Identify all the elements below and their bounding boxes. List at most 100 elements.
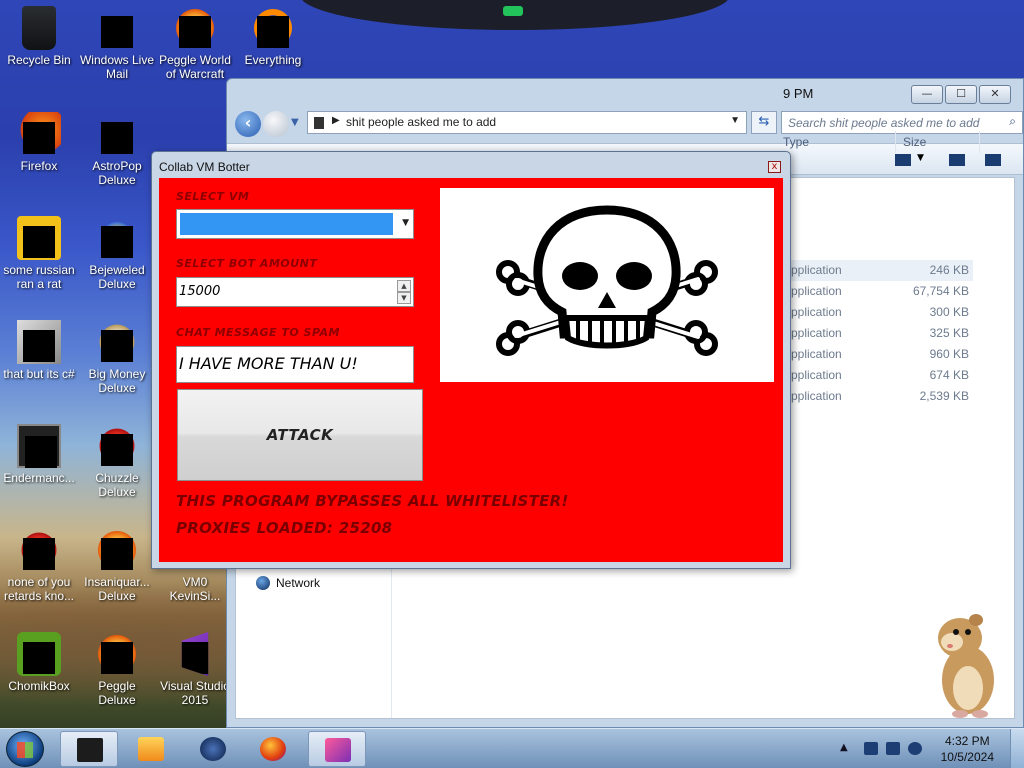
desktop-icon-csharp[interactable]: that but its c# (0, 320, 78, 381)
desktop-icon-peggle-wow[interactable]: Peggle World of Warcraft (156, 6, 234, 81)
help-icon[interactable] (985, 154, 1001, 166)
desktop-icon-none-of-you[interactable]: none of you retards kno... (0, 528, 78, 603)
bot-amount-stepper[interactable]: 15000 ▲ ▼ (176, 277, 414, 307)
column-divider[interactable] (979, 131, 980, 153)
desktop-icon-windows-live-mail[interactable]: Windows Live Mail (78, 6, 156, 81)
column-header-type[interactable]: Type (783, 135, 809, 149)
show-hidden-icons-icon[interactable]: ▲ (840, 742, 848, 753)
file-type: Application (783, 263, 842, 277)
desktop-icon-label: ChomikBox (8, 679, 70, 693)
address-bar[interactable]: ▶ shit people asked me to add ▼ (307, 111, 747, 134)
file-row[interactable]: Application 2,539 KB (783, 386, 973, 407)
nav-item-network[interactable]: Network (256, 576, 320, 590)
file-row[interactable]: Application 67,754 KB (783, 281, 973, 302)
clock-date: 10/5/2024 (940, 750, 994, 764)
taskbar-item-terminal[interactable] (60, 731, 118, 767)
clock[interactable]: 4:32 PM 10/5/2024 (941, 733, 994, 765)
chevron-down-icon[interactable]: ▼ (402, 218, 409, 228)
maximize-button[interactable]: ☐ (945, 85, 977, 104)
recycle-bin-icon (22, 6, 56, 50)
taskbar-item-media[interactable] (122, 731, 180, 767)
bejeweled-icon (95, 216, 139, 260)
nav-item-label: Network (276, 576, 321, 590)
close-button[interactable]: ✕ (979, 85, 1011, 104)
desktop-icon-label: Chuzzle Deluxe (95, 471, 139, 499)
peggle-icon (173, 6, 217, 50)
vm-select-dropdown[interactable]: ▼ (176, 209, 414, 239)
address-dropdown-icon[interactable]: ▼ (730, 115, 740, 126)
volume-icon[interactable] (908, 742, 922, 755)
file-size: 67,754 KB (912, 284, 969, 298)
desktop-icon-bejeweled[interactable]: Bejeweled Deluxe (78, 216, 156, 291)
desktop-icon-label: VM0 KevinSi... (169, 575, 221, 603)
show-desktop-button[interactable] (1010, 729, 1024, 768)
view-options-icon[interactable] (895, 154, 911, 166)
file-row[interactable]: Application 325 KB (783, 323, 973, 344)
recent-pages-dropdown-icon[interactable]: ▼ (291, 117, 299, 128)
desktop-icon-peggle-deluxe[interactable]: Peggle Deluxe (78, 632, 156, 707)
taskbar-item-firefox[interactable] (244, 731, 302, 767)
action-center-icon[interactable] (864, 742, 878, 755)
desktop-icon-label: Everything (244, 53, 302, 67)
chuzzle-icon (95, 424, 139, 468)
chomikbox-icon (17, 632, 61, 676)
file-list-header: Type Size (783, 131, 1015, 153)
desktop-icon-astropop[interactable]: AstroPop Deluxe (78, 112, 156, 187)
botter-app-icon (325, 738, 351, 762)
attack-button-label: ATTACK (266, 426, 334, 444)
forward-button[interactable] (263, 111, 289, 137)
start-button[interactable] (6, 731, 44, 767)
botter-form: SELECT VM ▼ SELECT BOT AMOUNT 15000 ▲ ▼ … (159, 178, 783, 562)
desktop-icon-everything[interactable]: Everything (234, 6, 312, 67)
window-title: Collab VM Botter (159, 160, 250, 174)
network-tray-icon[interactable] (886, 742, 900, 755)
breadcrumb-arrow-icon[interactable]: ▶ (332, 115, 340, 126)
taskbar: ▲ 4:32 PM 10/5/2024 (0, 728, 1024, 768)
file-row[interactable]: Application 246 KB (783, 260, 973, 281)
collab-vm-botter-window[interactable]: Collab VM Botter x SELECT VM ▼ SELECT BO… (151, 151, 791, 569)
bot-amount-value: 15000 (179, 284, 221, 299)
terminal-icon (77, 738, 103, 762)
close-button[interactable]: x (768, 161, 781, 173)
desktop-icon-big-money[interactable]: Big Money Deluxe (78, 320, 156, 395)
file-type: Application (783, 389, 842, 403)
desktop-icon-russian-rat[interactable]: some russian ran a rat (0, 216, 78, 291)
wallpaper-led (503, 6, 523, 16)
refresh-button[interactable]: ⇆ (751, 111, 777, 134)
file-type: Application (783, 326, 842, 340)
column-divider[interactable] (895, 131, 896, 153)
search-icon[interactable]: ⌕ (1009, 114, 1016, 129)
taskbar-item-globe[interactable] (184, 731, 242, 767)
desktop-icon-endermanch[interactable]: Endermanc... (0, 424, 78, 485)
desktop-icon-chomikbox[interactable]: ChomikBox (0, 632, 78, 693)
desktop-icon-label: Visual Studio 2015 (160, 679, 230, 707)
desktop-icon-chuzzle[interactable]: Chuzzle Deluxe (78, 424, 156, 499)
insaniquarium-icon (95, 528, 139, 572)
minimize-button[interactable]: — (911, 85, 943, 104)
file-row[interactable]: Application 960 KB (783, 344, 973, 365)
file-row[interactable]: Application 300 KB (783, 302, 973, 323)
date-modified-fragment: 9 PM (783, 86, 814, 101)
hamster-desktop-pet-icon[interactable] (930, 610, 1002, 720)
column-header-size[interactable]: Size (903, 135, 926, 149)
firefox-icon (260, 737, 286, 761)
desktop-icon-label: AstroPop Deluxe (92, 159, 142, 187)
bypass-notice: THIS PROGRAM BYPASSES ALL WHITELISTER! (176, 492, 569, 510)
file-size: 960 KB (929, 347, 969, 361)
desktop-icon-label: Insaniquar... Deluxe (84, 575, 150, 603)
chat-message-label: CHAT MESSAGE TO SPAM (176, 326, 340, 339)
view-dropdown-icon[interactable]: ▼ (917, 153, 924, 163)
desktop-icon-firefox[interactable]: Firefox (0, 112, 78, 173)
taskbar-item-collab-vm-botter[interactable] (308, 731, 366, 767)
back-button[interactable]: ‹ (235, 111, 261, 137)
chat-message-input[interactable]: I HAVE MORE THAN U! (176, 346, 414, 383)
preview-pane-icon[interactable] (949, 154, 965, 166)
desktop-icon-visual-studio[interactable]: Visual Studio 2015 (156, 632, 234, 707)
decrement-button[interactable]: ▼ (397, 292, 411, 304)
desktop-icon-insaniquarium[interactable]: Insaniquar... Deluxe (78, 528, 156, 603)
file-row[interactable]: Application 674 KB (783, 365, 973, 386)
desktop-icon-recycle-bin[interactable]: Recycle Bin (0, 6, 78, 67)
attack-button[interactable]: ATTACK (177, 389, 423, 481)
increment-button[interactable]: ▲ (397, 280, 411, 292)
astropop-icon (95, 112, 139, 156)
